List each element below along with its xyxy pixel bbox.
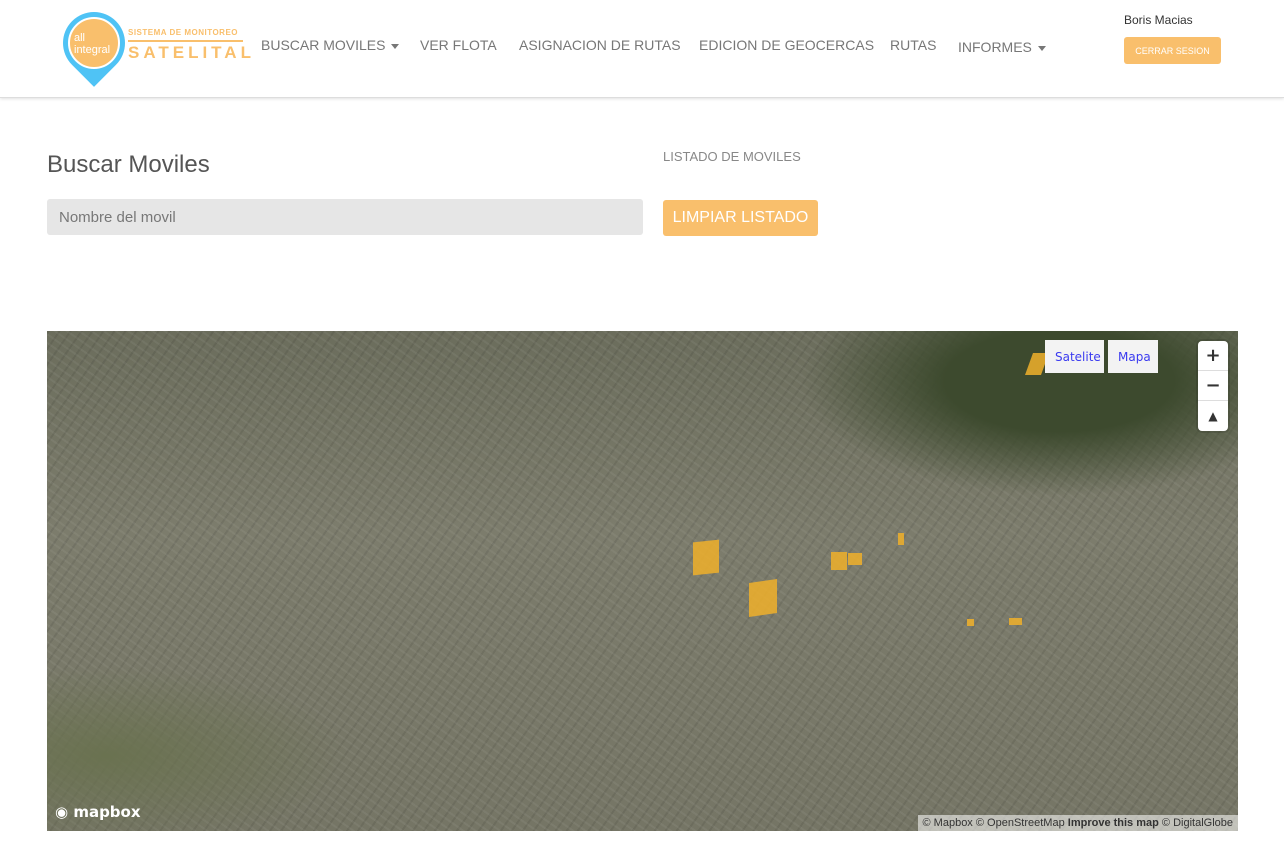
map[interactable]: Satelite Mapa + − ▲ ◉ mapbox © Mapbox © … <box>47 331 1238 831</box>
nav-label: INFORMES <box>958 39 1032 55</box>
nav-edicion-geocercas[interactable]: EDICION DE GEOCERCAS <box>699 37 874 53</box>
logo-divider <box>128 40 243 42</box>
logo-main: SATELITAL <box>128 43 255 62</box>
nav-ver-flota[interactable]: VER FLOTA <box>420 37 497 53</box>
attr-digitalglobe[interactable]: © DigitalGlobe <box>1162 817 1233 829</box>
user-name: Boris Macias <box>1124 13 1193 27</box>
map-attribution: © Mapbox © OpenStreetMap Improve this ma… <box>917 815 1238 831</box>
zoom-out-button[interactable]: − <box>1198 371 1228 401</box>
clear-list-button[interactable]: LIMPIAR LISTADO <box>663 200 818 236</box>
page-title: Buscar Moviles <box>47 151 210 178</box>
header: all integral SISTEMA DE MONITOREO SATELI… <box>0 0 1284 98</box>
geofence[interactable] <box>693 539 719 576</box>
zoom-in-button[interactable]: + <box>1198 341 1228 371</box>
caret-down-icon <box>1037 45 1046 51</box>
zoom-control: + − ▲ <box>1198 341 1228 431</box>
mapbox-logo-text: mapbox <box>73 803 141 821</box>
nav-informes[interactable]: INFORMES <box>958 39 1046 55</box>
satellite-button[interactable]: Satelite <box>1045 340 1104 373</box>
geofence[interactable] <box>831 552 847 570</box>
list-label: LISTADO DE MOVILES <box>663 149 801 164</box>
compass-icon[interactable]: ▲ <box>1198 401 1228 431</box>
geofence[interactable] <box>749 579 777 617</box>
geofence[interactable] <box>1009 618 1022 625</box>
search-input[interactable] <box>47 199 643 235</box>
logo-brand: all integral <box>68 17 120 69</box>
nav-rutas[interactable]: RUTAS <box>890 37 936 53</box>
map-button[interactable]: Mapa <box>1108 340 1158 373</box>
caret-down-icon <box>391 43 400 49</box>
geofence[interactable] <box>848 553 862 565</box>
geofence[interactable] <box>898 533 904 545</box>
nav-asignacion-rutas[interactable]: ASIGNACION DE RUTAS <box>519 37 681 53</box>
mapbox-logo[interactable]: ◉ mapbox <box>55 803 141 821</box>
nav-label: BUSCAR MOVILES <box>261 37 386 53</box>
logo-subtitle: SISTEMA DE MONITOREO <box>128 28 239 37</box>
attr-osm[interactable]: © OpenStreetMap <box>976 817 1065 829</box>
geofence[interactable] <box>967 619 974 626</box>
attr-mapbox[interactable]: © Mapbox <box>923 817 973 829</box>
nav-buscar-moviles[interactable]: BUSCAR MOVILES <box>261 37 400 53</box>
logo[interactable]: all integral SISTEMA DE MONITOREO SATELI… <box>50 0 251 88</box>
improve-map-link[interactable]: Improve this map <box>1068 817 1159 829</box>
logout-button[interactable]: CERRAR SESION <box>1124 37 1221 64</box>
